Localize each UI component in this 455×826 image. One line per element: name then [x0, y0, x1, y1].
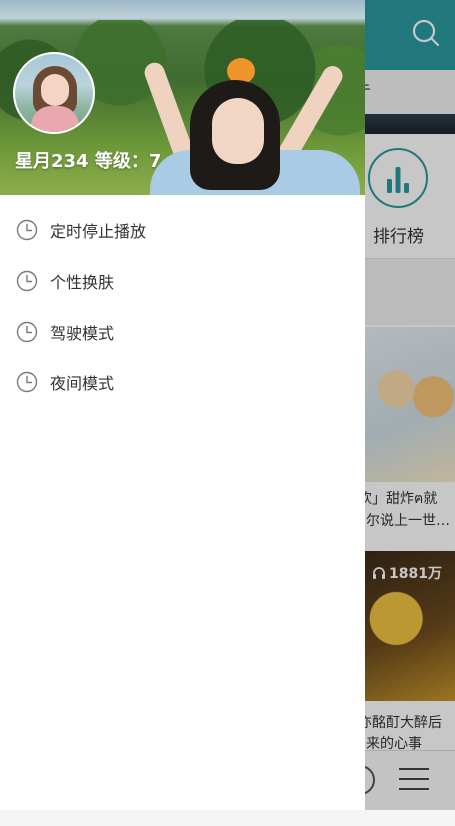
- avatar[interactable]: [13, 52, 95, 134]
- username-level: 星月234 等级：7: [15, 151, 162, 172]
- menu-item-label: 夜间模式: [50, 374, 115, 394]
- side-drawer: 星月234 等级：7 定时停止播放 个性换肤 驾驶模式 夜间模式: [0, 0, 365, 810]
- menu-item-night-mode[interactable]: 夜间模式: [0, 357, 365, 408]
- menu-item-driving-mode[interactable]: 驾驶模式: [0, 306, 365, 357]
- menu-item-label: 定时停止播放: [50, 222, 147, 242]
- drawer-header-photo: 星月234 等级：7: [0, 0, 365, 195]
- screen: 亍 排行榜 欢」甜炸ฅ就 尔说上一世… 1881万 亦酩酊大醉后 来的心事: [0, 0, 455, 826]
- menu-item-sleep-timer[interactable]: 定时停止播放: [0, 205, 365, 256]
- clock-icon: [16, 270, 38, 292]
- clock-icon: [16, 220, 38, 241]
- clock-icon: [16, 372, 38, 393]
- menu-item-skin[interactable]: 个性换肤: [0, 256, 365, 307]
- menu-item-label: 个性换肤: [50, 273, 115, 293]
- clock-icon: [16, 321, 38, 342]
- drawer-menu: 定时停止播放 个性换肤 驾驶模式 夜间模式: [0, 205, 365, 408]
- menu-item-label: 驾驶模式: [50, 323, 115, 343]
